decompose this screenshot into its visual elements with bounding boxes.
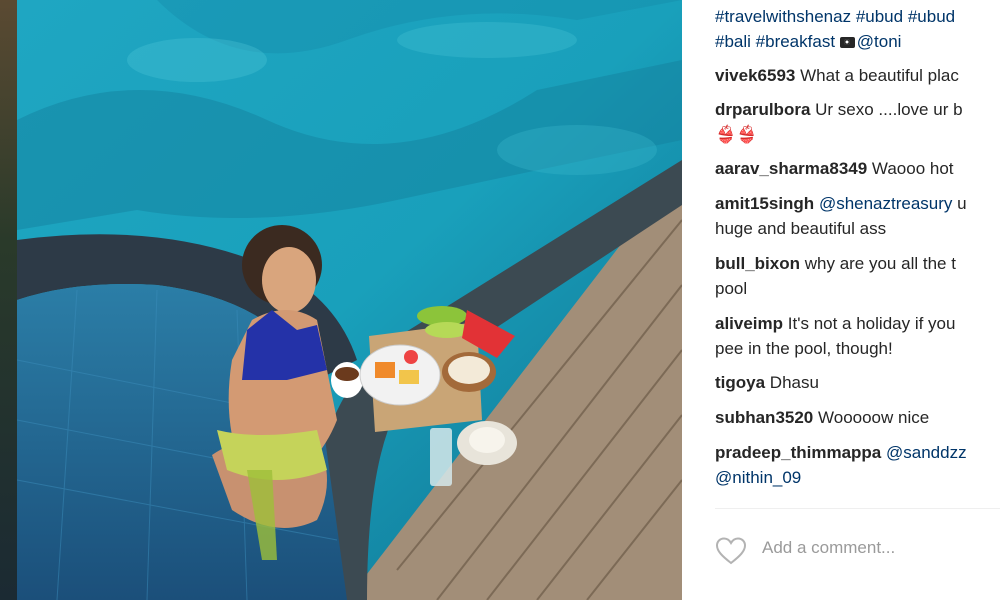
heart-icon[interactable] — [715, 536, 747, 566]
comment-text: Dhasu — [769, 373, 819, 392]
comment-item: drparulbora Ur sexo ....love ur b — [715, 97, 1000, 122]
comment-item: bull_bixon why are you all the t — [715, 251, 1000, 276]
comment-item: pradeep_thimmappa @sanddzz — [715, 440, 1000, 465]
caption-line-1: #travelwithshenaz #ubud #ubud — [715, 4, 1000, 29]
comments-panel: #travelwithshenaz #ubud #ubud #bali #bre… — [682, 0, 1000, 600]
camera-icon — [839, 37, 855, 48]
comment-text-continued: huge and beautiful ass — [715, 219, 887, 238]
comment-item: tigoya Dhasu — [715, 370, 1000, 395]
comment-text-continued: pee in the pool, though! — [715, 339, 893, 358]
comment-text: Ur sexo ....love ur b — [815, 100, 963, 119]
comment-username[interactable]: bull_bixon — [715, 254, 800, 273]
comment-mention[interactable]: @nithin_09 — [715, 468, 801, 487]
comment-username[interactable]: drparulbora — [715, 100, 810, 119]
comment-text: u — [957, 194, 967, 213]
comment-item: aliveimp It's not a holiday if you — [715, 311, 1000, 336]
hashtag-link[interactable]: #ubud — [856, 7, 903, 26]
background-strip — [0, 0, 17, 600]
comment-text: why are you all the t — [804, 254, 956, 273]
hashtag-link[interactable]: #ubud — [908, 7, 955, 26]
comment-username[interactable]: pradeep_thimmappa — [715, 443, 881, 462]
comment-item: subhan3520 Wooooow nice — [715, 405, 1000, 430]
comment-username[interactable]: subhan3520 — [715, 408, 813, 427]
comment-text: Waooo hot — [871, 159, 954, 178]
comment-username[interactable]: aliveimp — [715, 314, 783, 333]
comment-text: What a beautiful plac — [800, 66, 959, 85]
hashtag-link[interactable]: #bali — [715, 32, 751, 51]
add-comment-input[interactable] — [762, 538, 982, 558]
add-comment-row — [715, 536, 995, 566]
comment-text-continued: 👙👙 — [715, 125, 758, 144]
divider — [715, 508, 1000, 509]
comment-item: aarav_sharma8349 Waooo hot — [715, 156, 1000, 181]
comment-mention-continued: @nithin_09 — [715, 465, 1000, 490]
post-photo[interactable] — [17, 0, 682, 600]
comment-mention[interactable]: @sanddzz — [886, 443, 967, 462]
comment-username[interactable]: aarav_sharma8349 — [715, 159, 867, 178]
comment-username[interactable]: amit15singh — [715, 194, 814, 213]
comment-text: Wooooow nice — [818, 408, 930, 427]
comment-username[interactable]: vivek6593 — [715, 66, 795, 85]
hashtag-link[interactable]: #breakfast — [756, 32, 835, 51]
comment-item: vivek6593 What a beautiful plac — [715, 63, 1000, 88]
comment-text: It's not a holiday if you — [787, 314, 956, 333]
comment-text-continued: pool — [715, 279, 748, 298]
hashtag-link[interactable]: #travelwithshenaz — [715, 7, 851, 26]
credit-mention[interactable]: @toni — [857, 32, 902, 51]
comment-mention[interactable]: @shenaztreasury — [819, 194, 953, 213]
comment-item: amit15singh @shenaztreasury u — [715, 191, 1000, 216]
caption-line-2: #bali #breakfast @toni — [715, 29, 1000, 54]
comment-username[interactable]: tigoya — [715, 373, 765, 392]
